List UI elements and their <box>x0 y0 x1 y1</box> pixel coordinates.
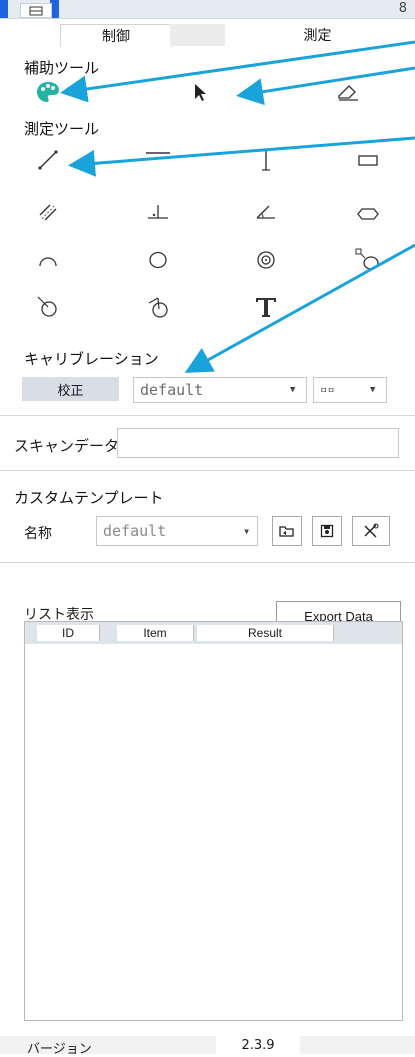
version-label: バージョン <box>27 1042 92 1057</box>
circle-center-line-icon <box>37 296 57 317</box>
circle-tool-button[interactable] <box>140 244 176 276</box>
chevron-down-icon: ▾ <box>243 524 251 538</box>
scan-data-label: スキャンデータ <box>14 437 120 455</box>
pointer-tool-button[interactable] <box>182 76 218 108</box>
pointer-arrow-icon <box>195 84 206 101</box>
rectangle-tool-button[interactable] <box>350 144 386 176</box>
line-icon <box>38 150 58 170</box>
palette-icon <box>37 82 59 102</box>
vertical-line-tool-button[interactable] <box>248 144 284 176</box>
chevron-down-icon: ▼ <box>290 385 296 395</box>
angle-tool-button[interactable] <box>248 196 284 228</box>
tools-settings-button[interactable] <box>352 516 390 546</box>
eraser-tool-button[interactable] <box>330 76 366 108</box>
tools-icon <box>364 523 379 538</box>
calibration-profile-select[interactable]: default ▼ <box>133 377 307 403</box>
panel-icon <box>29 6 43 15</box>
divider <box>0 562 415 563</box>
divider <box>0 470 415 471</box>
open-template-button[interactable] <box>272 516 302 546</box>
lock-indicator: 8 <box>398 1 407 16</box>
palette-tool-button[interactable] <box>30 76 66 108</box>
version-value: 2.3.9 <box>216 1036 300 1054</box>
assist-tools-title: 補助ツール <box>24 59 100 77</box>
hexagon-icon <box>357 208 379 220</box>
circle-angle-icon <box>148 297 168 318</box>
horizontal-line-icon <box>146 152 170 154</box>
table-header: ID Item Result <box>25 622 402 644</box>
top-toolbar <box>0 0 415 19</box>
annotation-arrow <box>236 66 415 106</box>
column-header-result[interactable]: Result <box>197 625 334 641</box>
parallel-lines-icon <box>39 204 57 221</box>
tab-control[interactable]: 制御 <box>60 24 172 47</box>
rectangle-icon <box>358 155 378 166</box>
folder-open-icon <box>279 526 294 537</box>
chevron-down-icon: ▼ <box>370 385 376 395</box>
unit-value: ㅁㅁ <box>320 385 335 395</box>
tab-measure[interactable]: 測定 <box>225 24 410 46</box>
template-name-value: default <box>103 522 167 540</box>
line-tool-button[interactable] <box>30 144 66 176</box>
save-icon <box>320 524 334 538</box>
perpendicular-icon <box>148 205 168 219</box>
circle-angle-tool-button[interactable] <box>140 291 176 323</box>
calibration-profile-value: default <box>140 381 204 399</box>
measure-tools-title: 測定ツール <box>24 120 100 138</box>
angle-icon <box>256 205 275 219</box>
vertical-line-icon <box>262 149 270 171</box>
accent-marker-left <box>0 0 8 18</box>
calibrate-button[interactable]: 校正 <box>22 377 119 401</box>
template-name-label: 名称 <box>24 526 52 542</box>
perpendicular-tool-button[interactable] <box>140 196 176 228</box>
custom-template-title: カスタムテンプレート <box>14 489 164 507</box>
scan-data-field[interactable] <box>117 428 399 458</box>
panel-toggle-button[interactable] <box>20 3 52 18</box>
eraser-icon <box>338 85 358 101</box>
unit-select[interactable]: ㅁㅁ ▼ <box>313 377 387 403</box>
concentric-circles-tool-button[interactable] <box>248 244 284 276</box>
hexagon-tool-button[interactable] <box>350 196 386 228</box>
circle-corner-tool-button[interactable] <box>350 244 386 276</box>
tab-spacer <box>170 24 225 46</box>
circle-icon <box>149 251 167 269</box>
column-header-id[interactable]: ID <box>37 625 100 641</box>
calibration-title: キャリブレーション <box>24 350 159 368</box>
results-table[interactable]: ID Item Result <box>24 621 403 1021</box>
text-tool-button[interactable] <box>248 291 284 323</box>
arc-tool-button[interactable] <box>30 244 66 276</box>
template-name-select[interactable]: default ▾ <box>96 516 258 546</box>
divider <box>0 415 415 416</box>
arc-icon <box>39 257 57 267</box>
column-header-item[interactable]: Item <box>117 625 194 641</box>
circle-corner-icon <box>355 248 379 270</box>
circle-center-line-tool-button[interactable] <box>30 291 66 323</box>
text-icon <box>256 298 276 317</box>
parallel-lines-tool-button[interactable] <box>30 196 66 228</box>
horizontal-line-tool-button[interactable] <box>140 144 176 176</box>
save-template-button[interactable] <box>312 516 342 546</box>
concentric-circles-icon <box>257 251 275 269</box>
